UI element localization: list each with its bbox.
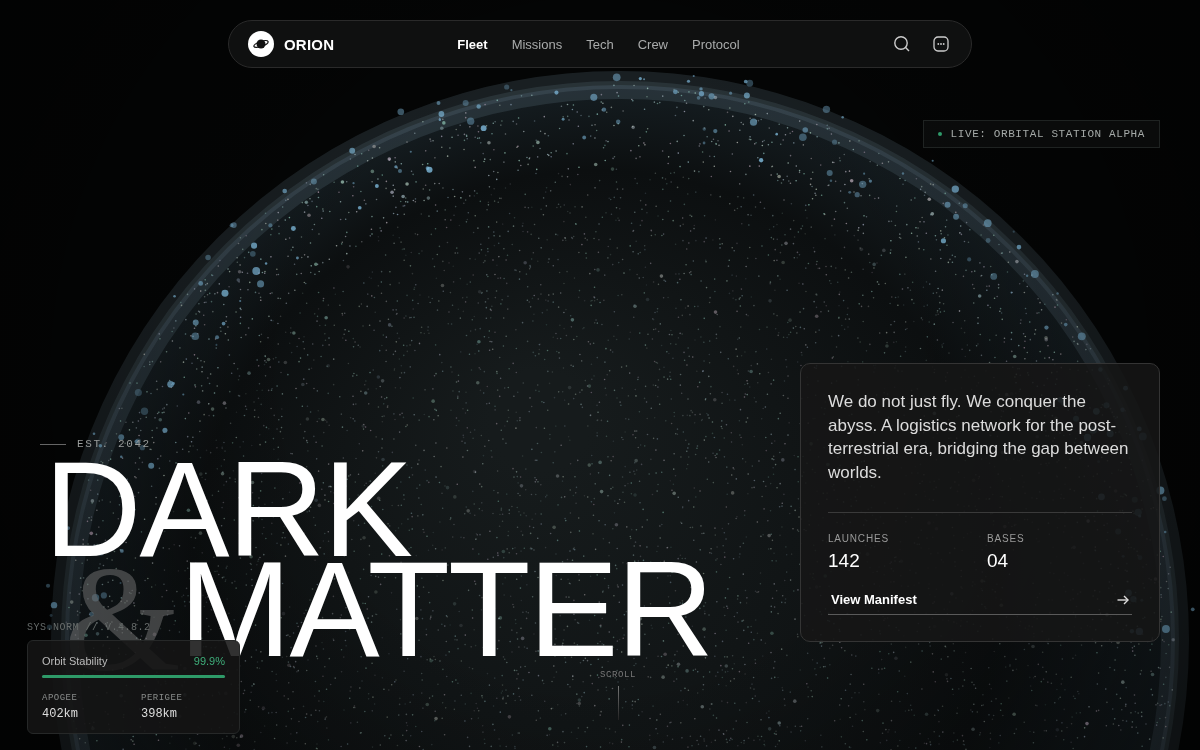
nav-link[interactable]: Tech: [586, 37, 613, 52]
brand-name[interactable]: ORION: [284, 36, 334, 53]
view-manifest-link[interactable]: View Manifest: [828, 592, 1132, 615]
chat-icon[interactable]: [933, 36, 949, 52]
arrow-right-icon[interactable]: [1116, 593, 1130, 607]
metric-reading: 99.9%: [194, 655, 225, 667]
metric-label: Orbit Stability: [42, 655, 107, 667]
stat-label: BASES: [987, 533, 1132, 544]
search-icon[interactable]: [893, 35, 911, 53]
navbar: ORION Fleet Missions Tech Crew Protocol: [228, 20, 972, 68]
stat-label: APOGEE: [42, 693, 141, 703]
live-dot-icon: [938, 132, 942, 136]
brand[interactable]: ORION: [248, 31, 457, 57]
stat-value: 398km: [141, 707, 225, 721]
nav-link[interactable]: Crew: [638, 37, 668, 52]
nav-link[interactable]: Fleet: [457, 37, 487, 52]
title-line: DARK: [44, 460, 712, 560]
badge-text: LIVE: ORBITAL STATION ALPHA: [951, 128, 1145, 140]
link-text[interactable]: View Manifest: [831, 592, 917, 607]
info-card: We do not just fly. We conquer the abyss…: [800, 363, 1160, 642]
planet-logo-icon: [248, 31, 274, 57]
stat-label: PERIGEE: [141, 693, 225, 703]
est-label: EST. 2042: [40, 438, 712, 450]
nav-link[interactable]: Missions: [512, 37, 563, 52]
stat-label: LAUNCHES: [828, 533, 987, 544]
stat-value: 402km: [42, 707, 141, 721]
stat-value: 04: [987, 550, 1132, 572]
stat: BASES 04: [987, 533, 1132, 572]
stability-fill: [42, 675, 225, 678]
live-badge: LIVE: ORBITAL STATION ALPHA: [923, 120, 1160, 148]
card-stats: LAUNCHES 142BASES 04: [828, 533, 1132, 572]
stat: LAUNCHES 142: [828, 533, 987, 572]
scroll-indicator[interactable]: SCROLL: [594, 670, 642, 720]
hero: EST. 2042 & DARK MATTER We do not just f…: [0, 363, 1160, 660]
est-text: EST. 2042: [77, 438, 151, 450]
card-text: We do not just fly. We conquer the abyss…: [828, 390, 1132, 484]
system-version: SYS.NORM // V.4.8.2: [27, 622, 151, 633]
nav-link[interactable]: Protocol: [692, 37, 740, 52]
scroll-label[interactable]: SCROLL: [600, 670, 636, 680]
system-card: Orbit Stability 99.9% APOGEE 402kmPERIGEE…: [27, 640, 240, 734]
nav-links: Fleet Missions Tech Crew Protocol: [457, 37, 739, 52]
system-stats: APOGEE 402kmPERIGEE 398km: [42, 693, 225, 721]
system-stat: PERIGEE 398km: [141, 693, 225, 721]
system-stat: APOGEE 402km: [42, 693, 141, 721]
stability-track: [42, 675, 225, 678]
stat-value: 142: [828, 550, 987, 572]
